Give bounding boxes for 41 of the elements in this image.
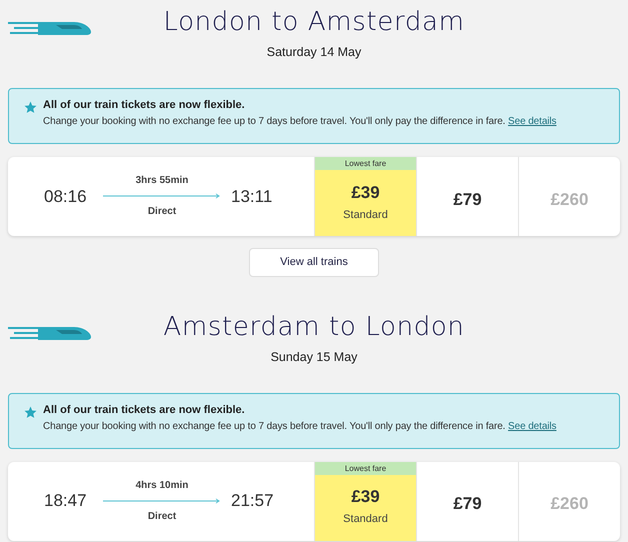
- journey-card[interactable]: 08:16 3hrs 55min Direct 13:11 Lowest fare £39 Standard £79 £260: [8, 156, 620, 236]
- notice-text: Change your booking with no exchange fee up to 7 days before travel. You'll only pay the difference in fare. See details: [43, 114, 556, 129]
- train-icon: [8, 324, 92, 341]
- view-all-trains-button[interactable]: View all trains: [249, 248, 379, 277]
- route-title: London to Amsterdam: [163, 6, 465, 38]
- fare-class: Standard: [343, 208, 388, 222]
- fare-price: £260: [550, 188, 588, 210]
- route-title: Amsterdam to London: [163, 310, 465, 343]
- fare-option[interactable]: £79: [416, 462, 518, 540]
- see-details-link[interactable]: See details: [508, 116, 556, 127]
- departure-time: 08:16: [44, 186, 88, 208]
- fare-option[interactable]: Lowest fare £39 Standard: [314, 462, 416, 540]
- notice-text: Change your booking with no exchange fee up to 7 days before travel. You'll only pay the difference in fare. See details: [43, 420, 556, 434]
- fare-price: £39: [351, 487, 380, 508]
- fare-option[interactable]: Lowest fare £39 Standard: [314, 156, 416, 236]
- star-icon: [24, 406, 37, 418]
- arrival-time: 21:57: [231, 490, 274, 512]
- notice-heading: All of our train tickets are now flexible.: [43, 402, 246, 418]
- fare-badge: Lowest fare: [315, 462, 416, 474]
- star-icon: [24, 100, 37, 114]
- journey-card[interactable]: 18:47 4hrs 10min Direct 21:57 Lowest fare £39 Standard £79 £260: [8, 462, 620, 540]
- fare-price: £79: [453, 188, 482, 210]
- journey-duration: 3hrs 55min: [136, 174, 188, 188]
- departure-time: 18:47: [44, 490, 88, 512]
- travel-date: Sunday 15 May: [270, 348, 358, 366]
- fare-class: Standard: [343, 512, 388, 528]
- arrow-icon: [103, 498, 221, 504]
- journey-duration: 4hrs 10min: [136, 479, 188, 493]
- fare-badge: Lowest fare: [315, 156, 416, 170]
- fare-price: £39: [351, 182, 380, 202]
- arrow-icon: [103, 193, 221, 200]
- train-icon: [8, 20, 92, 36]
- fare-price: £79: [453, 493, 482, 516]
- notice-heading: All of our train tickets are now flexible.: [43, 98, 246, 113]
- arrival-time: 13:11: [231, 186, 272, 208]
- fare-option[interactable]: £79: [416, 156, 518, 236]
- see-details-link[interactable]: See details: [508, 420, 556, 432]
- fare-price: £260: [550, 493, 588, 516]
- journey-type: Direct: [148, 510, 176, 524]
- journey-type: Direct: [148, 205, 176, 220]
- travel-date: Saturday 14 May: [266, 44, 362, 61]
